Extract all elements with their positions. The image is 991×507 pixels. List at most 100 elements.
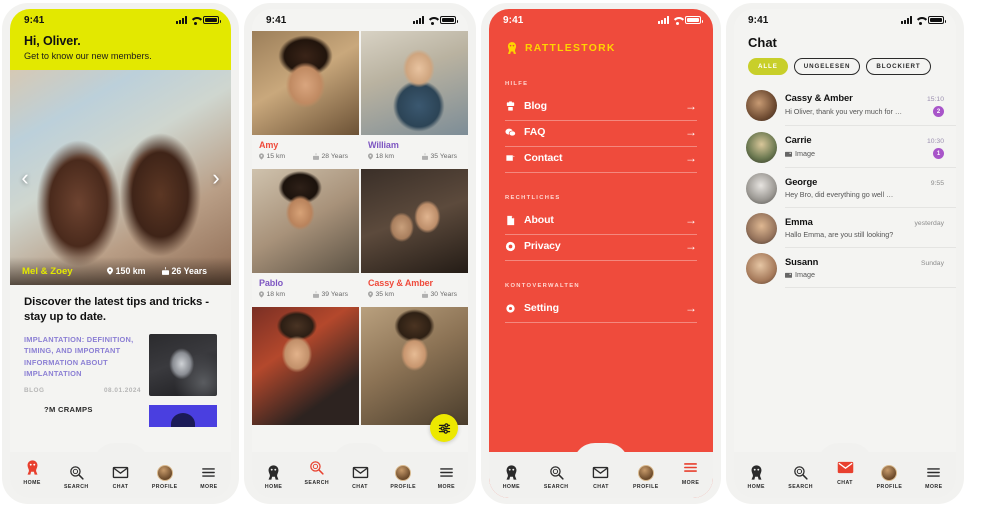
list-item[interactable]: Emma yesterday Hallo Emma, are you still… bbox=[734, 208, 956, 248]
tab-search-label: SEARCH bbox=[64, 484, 89, 490]
member-card[interactable]: William 18 km 35 Years bbox=[361, 31, 468, 167]
menu-section-title-rechtliches: RECHTLICHES bbox=[505, 195, 561, 201]
blog-icon bbox=[506, 100, 515, 111]
member-distance-value: 18 km bbox=[375, 153, 395, 160]
filter-ungelesen[interactable]: UNGELESEN bbox=[793, 58, 861, 75]
arrow-right-icon: → bbox=[685, 151, 697, 165]
member-card[interactable]: Cassy & Amber 35 km 30 Years bbox=[361, 169, 468, 305]
tab-profile-label: PROFILE bbox=[390, 483, 417, 490]
menu-list: HILFE Blog → FAQ → Contact → RECHTLICHES bbox=[489, 55, 713, 323]
member-card[interactable]: Pablo 18 km 39 Years bbox=[252, 169, 359, 305]
member-distance: 15 km bbox=[259, 153, 285, 160]
blog-article-text: IMPLANTATION: DEFINITION, TIMING, AND IM… bbox=[24, 334, 141, 396]
member-photo bbox=[361, 31, 468, 135]
tab-chat[interactable]: CHAT bbox=[579, 464, 624, 490]
tab-chat[interactable]: CHAT bbox=[98, 464, 142, 490]
filter-button[interactable] bbox=[430, 414, 458, 442]
tab-home[interactable]: HOME bbox=[10, 459, 54, 486]
member-name: William bbox=[368, 140, 399, 150]
avatar-icon bbox=[881, 464, 898, 481]
member-carousel[interactable]: ‹ › Mel & Zoey 150 km 26 Years bbox=[10, 70, 231, 285]
menu-item-setting[interactable]: Setting → bbox=[505, 297, 697, 323]
conversation-time: yesterday bbox=[914, 220, 944, 227]
screen-menu: 9:41 RATTLESTORK HILFE Blog → FAQ → Cont… bbox=[489, 9, 713, 498]
member-card[interactable] bbox=[252, 307, 359, 425]
tab-search[interactable]: SEARCH bbox=[778, 464, 822, 490]
tab-chat-label: CHAT bbox=[593, 484, 609, 490]
avatar bbox=[746, 212, 777, 244]
cake-icon bbox=[313, 291, 320, 298]
conversation-time: 15:10 bbox=[926, 96, 944, 103]
status-icons bbox=[901, 16, 946, 25]
list-item[interactable]: Susann Sunday Image bbox=[734, 248, 956, 288]
signal-icon bbox=[176, 16, 187, 24]
member-age-value: 39 Years bbox=[321, 291, 348, 298]
greeting-subtitle: Get to know our new members. bbox=[24, 51, 152, 61]
envelope-icon bbox=[593, 466, 609, 479]
menu-item-label: Contact bbox=[524, 152, 563, 164]
member-grid: Amy 15 km 28 Years William 18 km 35 Year… bbox=[252, 31, 468, 425]
conversation-name: Susann bbox=[785, 256, 819, 267]
avatar-icon bbox=[156, 464, 173, 481]
envelope-icon bbox=[837, 461, 853, 473]
filter-blockiert[interactable]: BLOCKIERT bbox=[866, 58, 931, 75]
tab-search[interactable]: SEARCH bbox=[534, 464, 579, 490]
bottom-tab-bar: HOME SEARCH CHAT PROFILE MORE bbox=[734, 443, 956, 498]
conversation-preview-text: Image bbox=[795, 270, 815, 279]
carousel-next-icon[interactable]: › bbox=[205, 166, 227, 189]
member-info: William 18 km 35 Years bbox=[361, 135, 468, 167]
tab-search[interactable]: SEARCH bbox=[54, 464, 98, 490]
tab-profile-label: PROFILE bbox=[632, 483, 659, 490]
tab-more[interactable]: MORE bbox=[668, 459, 713, 486]
menu-item-faq[interactable]: FAQ → bbox=[505, 121, 697, 147]
tab-profile[interactable]: PROFILE bbox=[867, 464, 911, 490]
menu-item-privacy[interactable]: Privacy → bbox=[505, 235, 697, 261]
tab-more[interactable]: MORE bbox=[187, 464, 231, 490]
tab-more-label: MORE bbox=[437, 484, 456, 490]
status-time: 9:41 bbox=[24, 14, 45, 26]
phone-mockup-home: 9:41 Hi, Oliver. Get to know our new mem… bbox=[2, 3, 239, 504]
menu-item-about[interactable]: About → bbox=[505, 209, 697, 235]
contact-icon bbox=[506, 153, 515, 161]
tab-more[interactable]: MORE bbox=[425, 464, 468, 490]
tab-profile[interactable]: PROFILE bbox=[143, 464, 187, 490]
blog-article2-headline: ?M CRAMPS bbox=[44, 405, 93, 415]
tab-chat[interactable]: CHAT bbox=[823, 459, 867, 486]
carousel-prev-icon[interactable]: ‹ bbox=[14, 166, 36, 189]
phone-mockup-menu: 9:41 RATTLESTORK HILFE Blog → FAQ → Cont… bbox=[481, 3, 721, 504]
conversation-bottom: Hey Bro, did everything go well … bbox=[785, 190, 944, 199]
tab-home[interactable]: HOME bbox=[734, 464, 778, 490]
conversation-time: Sunday bbox=[920, 260, 944, 267]
member-card[interactable]: Amy 15 km 28 Years bbox=[252, 31, 359, 167]
pin-icon bbox=[368, 153, 373, 160]
tab-profile[interactable]: PROFILE bbox=[382, 464, 425, 490]
menu-item-blog[interactable]: Blog → bbox=[505, 95, 697, 121]
tab-more[interactable]: MORE bbox=[912, 464, 956, 490]
member-age: 30 Years bbox=[422, 291, 457, 298]
conversation-name: Emma bbox=[785, 216, 813, 227]
blog-article-1[interactable]: IMPLANTATION: DEFINITION, TIMING, AND IM… bbox=[24, 334, 217, 397]
phone-mockup-search: 9:41 Amy 15 km 28 Years William 18 km 35… bbox=[244, 3, 476, 504]
tab-chat-label: CHAT bbox=[112, 484, 129, 490]
tab-home[interactable]: HOME bbox=[252, 464, 295, 490]
tab-search[interactable]: SEARCH bbox=[295, 459, 338, 486]
tab-home[interactable]: HOME bbox=[489, 464, 534, 490]
member-card[interactable] bbox=[361, 307, 468, 425]
list-item[interactable]: George 9:55 Hey Bro, did everything go w… bbox=[734, 168, 956, 208]
menu-item-label: Setting bbox=[524, 302, 559, 314]
member-distance: 18 km bbox=[368, 153, 394, 160]
tab-chat[interactable]: CHAT bbox=[338, 464, 381, 490]
avatar bbox=[746, 252, 777, 284]
tab-profile[interactable]: PROFILE bbox=[623, 464, 668, 490]
list-item[interactable]: Cassy & Amber 15:10 Hi Oliver, thank you… bbox=[734, 84, 956, 126]
search-icon bbox=[69, 466, 84, 480]
list-item[interactable]: Carrie 10:30 Image 1 bbox=[734, 126, 956, 168]
menu-item-contact[interactable]: Contact → bbox=[505, 147, 697, 173]
blog-article-headline: IMPLANTATION: DEFINITION, TIMING, AND IM… bbox=[24, 335, 134, 378]
blog-article-2[interactable]: ?M CRAMPS bbox=[24, 405, 217, 428]
conversation-top: George 9:55 bbox=[785, 176, 944, 187]
filter-alle[interactable]: ALLE bbox=[748, 58, 788, 75]
blog-article-date: 08.01.2024 bbox=[104, 387, 141, 395]
avatar bbox=[746, 172, 777, 204]
status-icons bbox=[413, 16, 458, 25]
